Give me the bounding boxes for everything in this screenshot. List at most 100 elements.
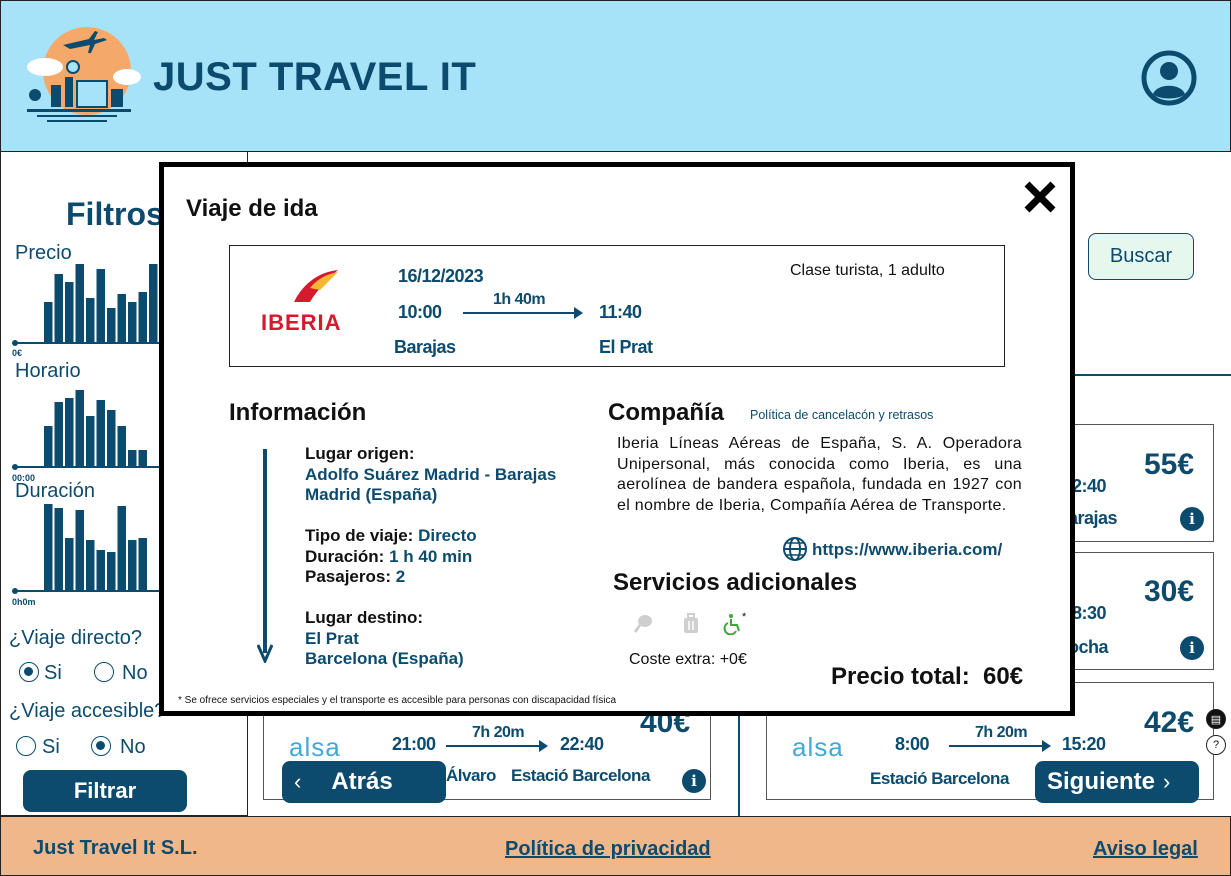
histogram-bar: [65, 398, 74, 466]
info-icon[interactable]: i: [1180, 507, 1204, 531]
chevron-left-icon: ‹: [294, 769, 302, 794]
card-price: 42€: [1144, 706, 1195, 739]
histogram-slider-handle[interactable]: [12, 588, 18, 594]
card-station: arajas: [1068, 508, 1118, 528]
next-button-label: Siguiente: [1047, 768, 1156, 795]
histogram-bar: [54, 508, 63, 590]
accessible-yes-radio[interactable]: [16, 736, 36, 756]
histogram-bar: [86, 540, 95, 590]
histogram-bar: [75, 510, 84, 590]
histogram-bar: [44, 426, 53, 466]
duration-histogram[interactable]: [12, 500, 172, 594]
depart-time: 10:00: [398, 302, 442, 322]
column-divider: [738, 712, 740, 816]
meal-icon: [633, 615, 652, 633]
accessible-trip-question: ¿Viaje accesible?: [9, 700, 166, 722]
route-arrow-icon: [463, 307, 583, 319]
total-price-value: 60€: [983, 663, 1024, 690]
card-origin: Álvaro: [446, 766, 496, 785]
histogram-bar: [44, 302, 53, 342]
trip-type-value: Directo: [418, 526, 477, 545]
info-icon[interactable]: i: [682, 769, 706, 793]
card-depart-time: 21:00: [392, 734, 436, 754]
feedback-icon[interactable]: ▤: [1206, 709, 1226, 729]
search-button[interactable]: Buscar: [1088, 233, 1194, 280]
back-button[interactable]: ‹ Atrás: [282, 761, 446, 803]
help-icon[interactable]: ?: [1206, 735, 1226, 755]
legal-notice-link[interactable]: Aviso legal: [1093, 838, 1198, 861]
origin-city: Madrid (España): [305, 485, 438, 504]
logo-icon: [27, 27, 141, 122]
company-description: Iberia Líneas Aéreas de España, S. A. Op…: [617, 435, 1022, 514]
direct-trip-question: ¿Viaje directo?: [9, 627, 143, 649]
route-arrow-icon: [949, 740, 1051, 752]
histogram-bar: [75, 264, 84, 342]
flight-date: 16/12/2023: [398, 266, 484, 286]
duration-min-label: 0h0m: [12, 597, 36, 607]
route-arrow-icon: [446, 740, 548, 752]
histogram-bar: [96, 550, 105, 590]
card-price: 55€: [1144, 448, 1195, 481]
card-arrive-time: 2:40: [1072, 476, 1107, 496]
next-button[interactable]: Siguiente ›: [1035, 761, 1199, 803]
card-arrive-time: 8:30: [1072, 603, 1107, 623]
cancellation-policy-link[interactable]: Política de cancelacón y retrasos: [750, 408, 933, 422]
trip-type-label: Tipo de viaje:: [305, 526, 414, 545]
histogram-bar: [86, 416, 95, 466]
histogram-bar: [86, 298, 95, 342]
filters-title: Filtros: [66, 196, 164, 232]
airline-name: IBERIA: [261, 310, 342, 335]
passengers-label: Pasajeros:: [305, 567, 391, 586]
destination-city: Barcelona (España): [305, 649, 464, 668]
schedule-histogram[interactable]: [12, 380, 172, 470]
class-info: Clase turista, 1 adulto: [790, 262, 945, 279]
trip-direction-arrow-icon: [257, 449, 273, 663]
direct-yes-label: Si: [44, 662, 62, 684]
price-min-label: 0€: [12, 348, 23, 358]
services-section-title: Servicios adicionales: [613, 569, 858, 596]
destination-airport: El Prat: [599, 337, 653, 357]
iberia-logo-icon: [294, 270, 338, 302]
origin-airport: Barajas: [394, 337, 456, 357]
company-website-link[interactable]: https://www.iberia.com/: [812, 540, 1002, 560]
histogram-bar: [128, 450, 137, 466]
globe-icon: [783, 537, 807, 561]
company-section-title: Compañía: [608, 399, 725, 426]
arrive-time: 11:40: [599, 302, 642, 322]
histogram-bar: [54, 402, 63, 466]
trip-detail-modal: Viaje de ida IBERIA 16/12/2023 10:00 1h …: [159, 162, 1075, 716]
back-button-label: Atrás: [331, 768, 393, 795]
histogram-bar: [149, 264, 158, 342]
card-duration: 7h 20m: [472, 724, 525, 741]
direct-no-radio[interactable]: [94, 662, 114, 682]
user-account-icon[interactable]: [1141, 50, 1197, 106]
histogram-bar: [107, 410, 116, 466]
card-destination: Estació Barcelona: [511, 766, 650, 785]
accessible-no-radio[interactable]: [91, 736, 111, 756]
direct-yes-radio[interactable]: [19, 662, 39, 682]
histogram-bar: [117, 506, 126, 590]
alsa-logo: alsa: [289, 732, 341, 762]
close-icon[interactable]: [1022, 179, 1058, 215]
histogram-bar: [138, 292, 147, 342]
histogram-bar: [65, 282, 74, 342]
luggage-icon: [684, 613, 698, 633]
filter-button[interactable]: Filtrar: [23, 770, 187, 812]
origin-place: Adolfo Suárez Madrid - Barajas: [305, 464, 557, 484]
total-price: Precio total: 60€: [831, 663, 1023, 691]
destination-label: Lugar destino:: [305, 608, 424, 627]
accessible-yes-label: Si: [42, 736, 60, 758]
histogram-slider-handle[interactable]: [12, 340, 18, 346]
info-icon[interactable]: i: [1180, 636, 1204, 660]
wheelchair-icon: [723, 614, 740, 635]
histogram-bar: [44, 504, 53, 590]
privacy-policy-link[interactable]: Política de privacidad: [505, 838, 711, 861]
histogram-slider-handle[interactable]: [12, 464, 18, 470]
price-histogram[interactable]: [12, 256, 172, 346]
accessible-asterisk: *: [742, 611, 747, 623]
histogram-bar: [138, 450, 147, 466]
info-section-title: Información: [229, 399, 367, 426]
histogram-bar: [117, 426, 126, 466]
extra-cost: Coste extra: +0€: [629, 651, 747, 668]
destination-place: El Prat: [305, 628, 359, 648]
